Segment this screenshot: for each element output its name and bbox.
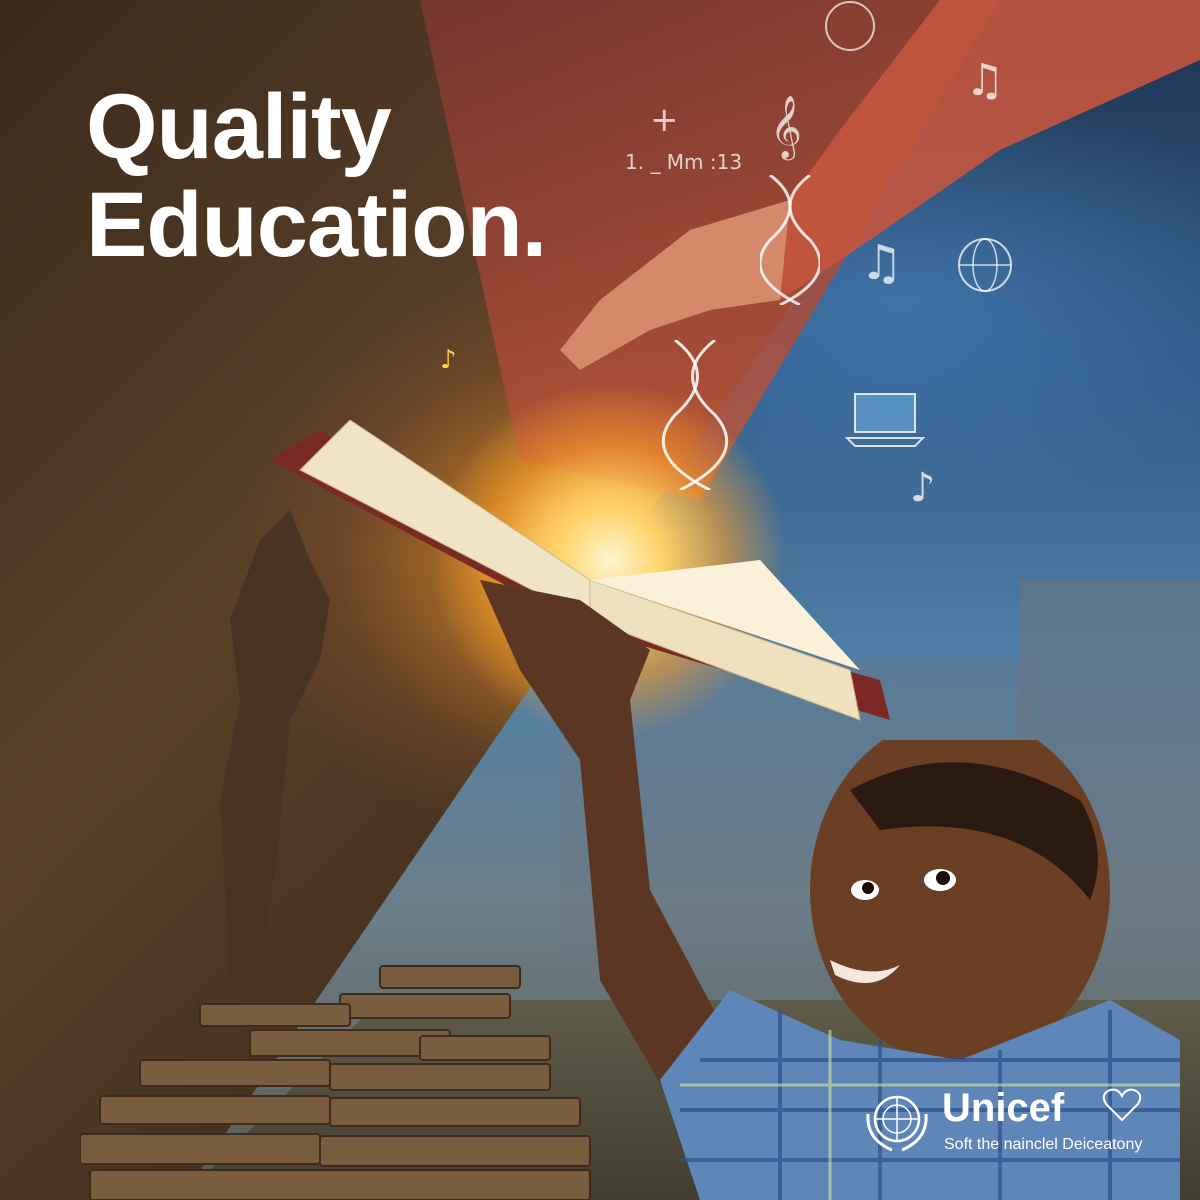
- poster: ♫ ♫ ♪ 𝄞 ♪ 1. _ Mm :13 + Quality Educatio…: [0, 0, 1200, 1200]
- headline-line-1: Quality: [86, 76, 392, 178]
- dna-icon: [661, 340, 729, 490]
- dna-icon: [760, 175, 820, 305]
- headline: Quality Education.: [86, 76, 547, 276]
- plus-sign-doodle: +: [650, 100, 679, 140]
- laptop-icon: [845, 393, 925, 447]
- music-note-icon: ♪: [910, 465, 936, 511]
- globe-icon: [958, 238, 1012, 292]
- music-note-icon: ♪: [440, 345, 457, 375]
- headline-line-2: Education.: [86, 174, 547, 276]
- unicef-logo: Unicef Soft the nainclel Deiceatony: [862, 1080, 1162, 1160]
- heart-hands-icon: [1102, 1088, 1142, 1122]
- un-emblem-icon: [866, 1095, 928, 1152]
- music-note-icon: ♫: [860, 235, 904, 291]
- doodle-formula: 1. _ Mm :13: [625, 150, 743, 174]
- treble-clef-icon: 𝄞: [770, 95, 802, 158]
- org-tagline: Soft the nainclel Deiceatony: [944, 1136, 1143, 1153]
- globe-icon: [825, 1, 875, 51]
- music-note-icon: ♫: [965, 55, 1005, 106]
- org-name: Unicef: [942, 1086, 1065, 1130]
- adult-hand: [560, 0, 1200, 370]
